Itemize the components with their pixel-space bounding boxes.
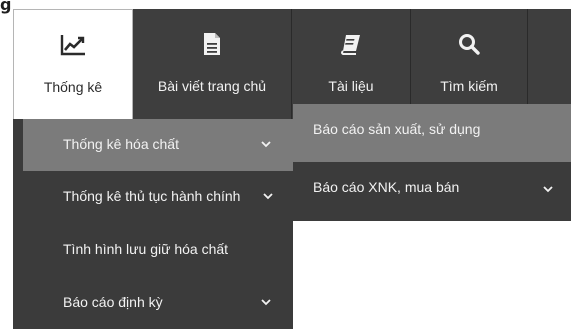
submenu-item-tinh-hinh-luu-giu-hoa-chat[interactable]: Tình hình lưu giữ hóa chất xyxy=(13,224,293,276)
chevron-down-icon xyxy=(261,299,271,306)
nav-divider xyxy=(527,9,528,119)
submenu-item-bao-cao-dinh-ky[interactable]: Báo cáo định kỳ xyxy=(13,277,293,329)
submenu-item-label: Tình hình lưu giữ hóa chất xyxy=(63,241,229,257)
flyout-item-label: Báo cáo sản xuất, sử dụng xyxy=(313,121,481,137)
highlight-gutter xyxy=(13,119,23,171)
flyout-thong-ke-hoa-chat: Báo cáo sản xuất, sử dụng Báo cáo XNK, m… xyxy=(293,104,571,221)
flyout-item-bao-cao-xnk-mua-ban[interactable]: Báo cáo XNK, mua bán xyxy=(293,162,571,220)
top-navbar: Thống kê Bài viết trang chủ Tài liệu Tìm… xyxy=(13,9,571,119)
corner-mark: g xyxy=(0,0,12,14)
submenu-item-label: Thống kê hóa chất xyxy=(63,136,179,152)
chevron-down-icon xyxy=(263,193,273,200)
nav-item-tai-lieu[interactable]: Tài liệu xyxy=(292,9,410,119)
nav-item-bai-viet-trang-chu[interactable]: Bài viết trang chủ xyxy=(133,9,291,119)
chevron-down-icon xyxy=(261,141,271,148)
nav-label: Bài viết trang chủ xyxy=(157,78,267,94)
nav-item-thong-ke[interactable]: Thống kê xyxy=(13,9,133,119)
submenu-thong-ke: Thống kê hóa chất Thống kê thủ tục hành … xyxy=(13,119,293,329)
submenu-item-thong-ke-thu-tuc-hanh-chinh[interactable]: Thống kê thủ tục hành chính xyxy=(13,171,293,223)
flyout-item-label: Báo cáo XNK, mua bán xyxy=(313,179,460,195)
submenu-item-thong-ke-hoa-chat[interactable]: Thống kê hóa chất xyxy=(13,119,293,171)
submenu-item-label: Thống kê thủ tục hành chính xyxy=(63,188,241,204)
search-icon xyxy=(411,31,527,57)
nav-label: Tìm kiếm xyxy=(440,78,498,94)
book-icon xyxy=(292,31,410,57)
submenu-item-label: Báo cáo định kỳ xyxy=(63,294,163,310)
line-chart-icon xyxy=(14,32,132,58)
nav-item-tim-kiem[interactable]: Tìm kiếm xyxy=(411,9,527,119)
flyout-item-bao-cao-san-xuat-su-dung[interactable]: Báo cáo sản xuất, sử dụng xyxy=(293,104,571,162)
chevron-down-icon xyxy=(543,186,553,193)
nav-label: Tài liệu xyxy=(328,78,374,94)
nav-label: Thống kê xyxy=(43,79,103,95)
document-icon xyxy=(133,31,291,57)
